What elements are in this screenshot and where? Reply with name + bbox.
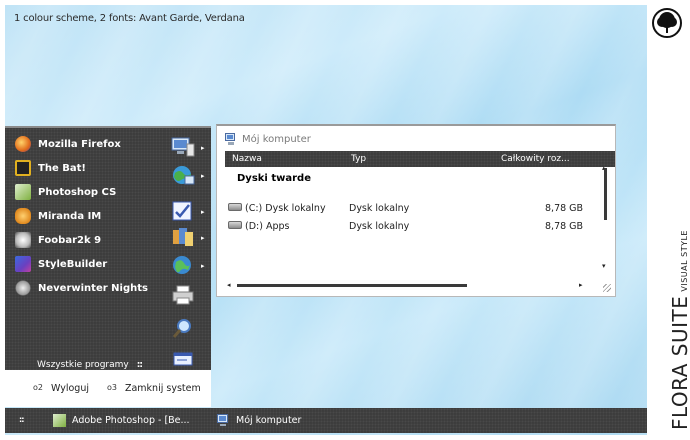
stylebuilder-icon: [15, 256, 31, 272]
all-programs-button[interactable]: Wszystkie programy::: [37, 360, 143, 370]
start-button[interactable]: ::: [19, 415, 27, 424]
vertical-scrollbar[interactable]: ▴ ▾: [602, 164, 612, 278]
logoff-label: Wyloguj: [50, 383, 89, 394]
program-item-firefox[interactable]: Mozilla Firefox: [15, 134, 121, 154]
horizontal-scrollbar[interactable]: ◂ ▸: [227, 281, 597, 291]
program-item-stylebuilder[interactable]: StyleBuilder: [15, 254, 107, 274]
scroll-left-arrow[interactable]: ◂: [227, 281, 231, 289]
miranda-icon: [15, 208, 31, 224]
tree-logo-icon: [652, 8, 682, 38]
internet-icon[interactable]: [171, 254, 195, 276]
drive-size: 8,78 GB: [545, 221, 584, 232]
submenu-arrow: ▸: [201, 208, 205, 216]
program-label: Mozilla Firefox: [38, 138, 121, 150]
window-title-bar[interactable]: Mój komputer: [225, 131, 311, 147]
submenu-arrow: ▸: [201, 262, 205, 270]
submenu-arrow: ▸: [201, 144, 205, 152]
brand-name: FLORA SUITE: [668, 295, 690, 430]
submenu-arrow: ▸: [201, 234, 205, 242]
my-computer-icon: [225, 132, 237, 146]
brand-subtitle: VISUAL STYLE: [680, 230, 689, 292]
table-row[interactable]: (C:) Dysk lokalny Dysk lokalny 8,78 GB: [225, 201, 605, 217]
program-label: Neverwinter Nights: [38, 282, 148, 294]
program-item-foobar[interactable]: Foobar2k 9: [15, 230, 101, 250]
foobar-icon: [15, 232, 31, 248]
control-panel-icon[interactable]: [171, 200, 195, 222]
all-programs-label: Wszystkie programy: [37, 360, 129, 370]
my-computer-icon[interactable]: [171, 136, 195, 158]
run-icon[interactable]: [171, 348, 195, 370]
logoff-number: o2: [33, 383, 43, 392]
start-menu: Mozilla Firefox The Bat! Photoshop CS Mi…: [5, 126, 211, 407]
search-icon[interactable]: [171, 318, 195, 340]
program-item-the-bat[interactable]: The Bat!: [15, 158, 86, 178]
network-icon[interactable]: [171, 164, 195, 186]
table-row[interactable]: (D:) Apps Dysk lokalny 8,78 GB: [225, 219, 605, 235]
printer-icon[interactable]: [171, 284, 195, 306]
start-menu-programs-panel: Mozilla Firefox The Bat! Photoshop CS Mi…: [5, 126, 165, 370]
column-header-size[interactable]: Całkowity roz...: [501, 154, 570, 164]
scroll-down-arrow[interactable]: ▾: [602, 262, 606, 270]
caption: 1 colour scheme, 2 fonts: Avant Garde, V…: [14, 13, 245, 24]
program-label: StyleBuilder: [38, 258, 108, 270]
scroll-right-arrow[interactable]: ▸: [579, 281, 583, 289]
hard-drive-icon: [228, 221, 242, 229]
photoshop-icon: [53, 414, 66, 427]
program-label: Photoshop CS: [38, 186, 117, 198]
program-label: Miranda IM: [38, 210, 102, 222]
brand-title: FLORA SUITE VISUAL STYLE: [668, 230, 690, 430]
resize-grip[interactable]: [603, 284, 611, 292]
drive-name: (C:) Dysk lokalny: [245, 203, 326, 214]
horizontal-scroll-thumb[interactable]: [237, 284, 467, 287]
drive-size: 8,78 GB: [545, 203, 584, 214]
photoshop-icon: [15, 184, 31, 200]
shutdown-number: o3: [106, 383, 117, 392]
taskbar: :: Adobe Photoshop - [Be... Mój komputer: [5, 408, 647, 433]
bat-icon: [15, 160, 31, 176]
my-computer-icon: [217, 414, 230, 427]
all-programs-dots: ::: [136, 360, 143, 370]
window-title: Mój komputer: [242, 133, 311, 145]
start-menu-footer: o2 Wyloguj o3 Zamknij system: [5, 370, 211, 407]
taskbar-item-photoshop[interactable]: Adobe Photoshop - [Be...: [53, 408, 190, 433]
shutdown-label: Zamknij system: [124, 383, 201, 394]
submenu-arrow: ▸: [201, 172, 205, 180]
drive-type: Dysk lokalny: [349, 203, 410, 214]
neverwinter-icon: [15, 280, 31, 296]
drive-name: (D:) Apps: [245, 221, 290, 232]
taskbar-item-label: Adobe Photoshop - [Be...: [72, 415, 190, 426]
taskbar-item-my-computer[interactable]: Mój komputer: [217, 408, 301, 433]
program-item-neverwinter[interactable]: Neverwinter Nights: [15, 278, 148, 298]
program-item-miranda[interactable]: Miranda IM: [15, 206, 101, 226]
program-item-photoshop[interactable]: Photoshop CS: [15, 182, 116, 202]
column-header-type[interactable]: Typ: [351, 154, 366, 164]
hard-drive-icon: [228, 203, 242, 211]
column-header-row: Nazwa Typ Całkowity roz...: [225, 151, 615, 167]
program-label: Foobar2k 9: [38, 234, 102, 246]
vertical-scroll-thumb[interactable]: [604, 168, 607, 220]
taskbar-item-label: Mój komputer: [236, 415, 302, 426]
documents-icon[interactable]: [171, 226, 195, 248]
explorer-window: Mój komputer Nazwa Typ Całkowity roz... …: [216, 124, 616, 297]
column-header-name[interactable]: Nazwa: [232, 154, 262, 164]
firefox-icon: [15, 136, 31, 152]
program-label: The Bat!: [38, 162, 86, 174]
shutdown-button[interactable]: o3 Zamknij system: [107, 383, 201, 394]
drive-type: Dysk lokalny: [349, 221, 410, 232]
group-header: Dyski twarde: [237, 173, 311, 184]
logoff-button[interactable]: o2 Wyloguj: [33, 383, 107, 394]
